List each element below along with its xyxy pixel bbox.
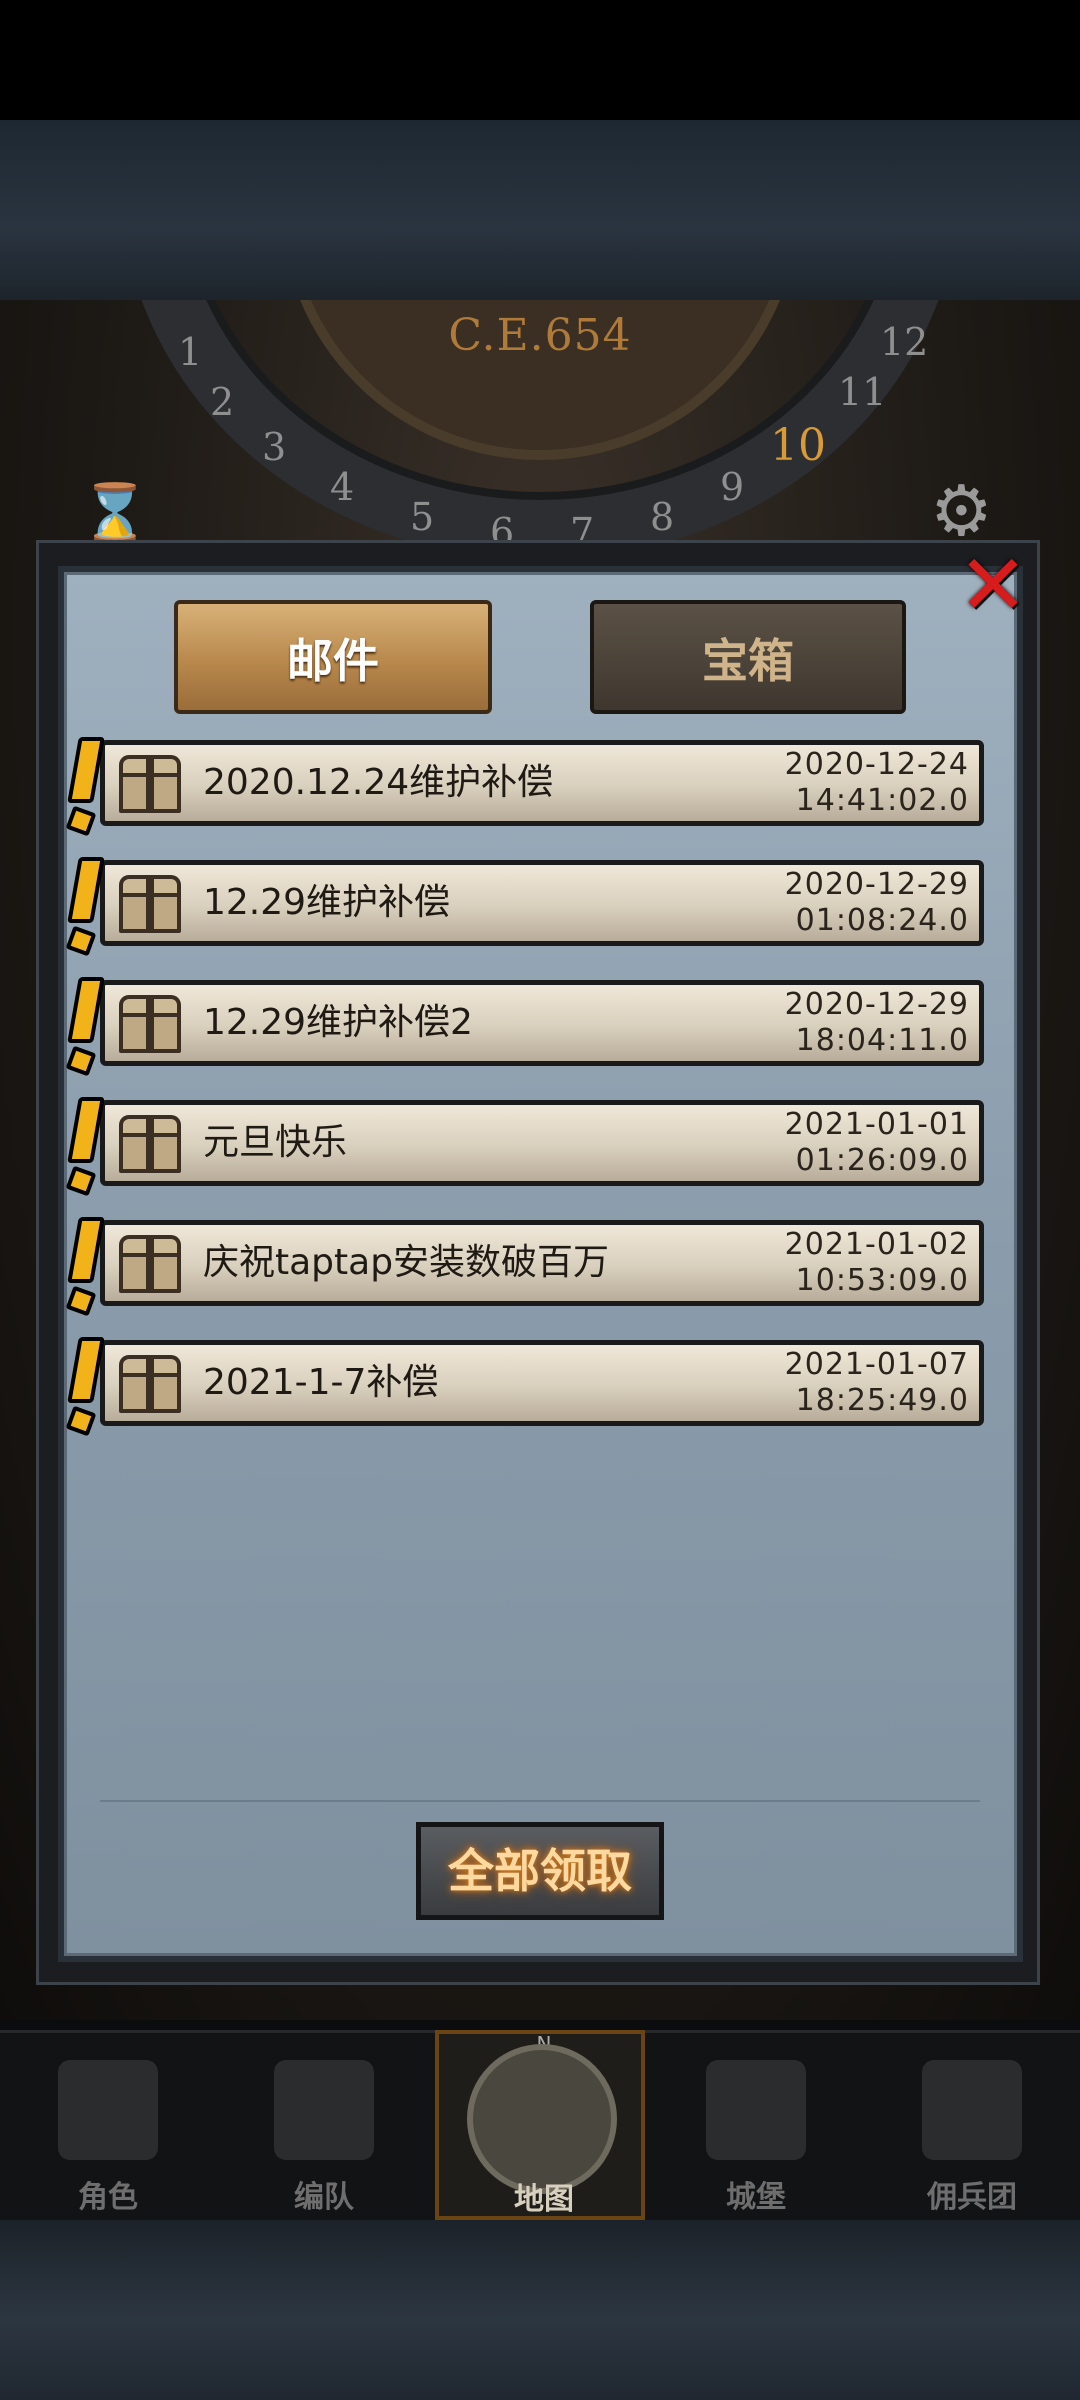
top-background — [0, 120, 1080, 300]
mail-date: 2021-01-07 — [784, 1347, 969, 1382]
nav-item-formation[interactable]: 编队 — [216, 2030, 432, 2220]
mail-subject: 2021-1-7补偿 — [203, 1362, 439, 1403]
mail-timestamp: 2020-12-29 18:04:11.0 — [785, 987, 969, 1059]
dial-number: 2 — [210, 380, 235, 424]
mail-subject: 2020.12.24维护补偿 — [203, 762, 554, 803]
exclamation-icon — [65, 857, 105, 961]
chest-icon — [119, 755, 181, 813]
status-bar — [0, 0, 1080, 120]
exclamation-icon — [65, 1097, 105, 1201]
exclamation-icon — [65, 1217, 105, 1321]
mail-timestamp: 2020-12-29 01:08:24.0 — [785, 867, 969, 939]
troops-icon — [274, 2060, 374, 2160]
mail-time: 18:04:11.0 — [795, 1023, 969, 1058]
mail-timestamp: 2021-01-01 01:26:09.0 — [785, 1107, 969, 1179]
chest-icon — [119, 1115, 181, 1173]
mail-time: 18:25:49.0 — [795, 1383, 969, 1418]
nav-label: 角色 — [78, 2180, 138, 2215]
chest-icon — [119, 1235, 181, 1293]
mail-subject: 12.29维护补偿2 — [203, 1002, 473, 1043]
hourglass-icon[interactable]: ⌛ — [80, 480, 150, 546]
exclamation-icon — [65, 1337, 105, 1441]
nav-label: 地图 — [514, 2182, 574, 2217]
chest-icon — [119, 875, 181, 933]
mail-timestamp: 2021-01-07 18:25:49.0 — [785, 1347, 969, 1419]
exclamation-icon — [65, 977, 105, 1081]
dial-number: 11 — [838, 370, 887, 414]
nav-label: 佣兵团 — [927, 2180, 1017, 2215]
knight-icon — [58, 2060, 158, 2160]
dial-number: 9 — [720, 465, 745, 509]
mail-subject: 元旦快乐 — [203, 1122, 348, 1163]
mail-subject: 12.29维护补偿 — [203, 882, 451, 923]
mercenary-ship-icon — [922, 2060, 1022, 2160]
nav-label: 城堡 — [726, 2180, 786, 2215]
chest-icon — [119, 995, 181, 1053]
mail-item[interactable]: 2020.12.24维护补偿 2020-12-24 14:41:02.0 — [65, 737, 984, 837]
mail-item[interactable]: 12.29维护补偿2 2020-12-29 18:04:11.0 — [65, 977, 984, 1077]
mail-item[interactable]: 庆祝taptap安装数破百万 2021-01-02 10:53:09.0 — [65, 1217, 984, 1317]
claim-all-button[interactable]: 全部领取 — [416, 1822, 664, 1920]
dial-number: 4 — [330, 465, 355, 509]
mail-item[interactable]: 2021-1-7补偿 2021-01-07 18:25:49.0 — [65, 1337, 984, 1437]
dial-number: 3 — [262, 425, 287, 469]
mail-time: 14:41:02.0 — [795, 783, 969, 818]
mail-date: 2021-01-02 — [784, 1227, 969, 1262]
dial-current-month: 10 — [770, 420, 826, 471]
tab-mail[interactable]: 邮件 — [174, 600, 492, 714]
mail-time: 01:08:24.0 — [795, 903, 969, 938]
side-indicators — [0, 1690, 40, 1890]
mail-timestamp: 2020-12-24 14:41:02.0 — [785, 747, 969, 819]
close-icon[interactable]: ✕ — [948, 540, 1038, 630]
nav-item-mercenary[interactable]: 佣兵团 — [864, 2030, 1080, 2220]
era-label: C.E.654 — [448, 310, 632, 361]
mail-date: 2020-12-29 — [784, 867, 969, 902]
exclamation-icon — [65, 737, 105, 841]
nav-item-map[interactable]: N 地图 — [435, 2030, 645, 2220]
castle-icon — [706, 2060, 806, 2160]
dial-number: 1 — [178, 330, 203, 374]
bottom-background — [0, 2220, 1080, 2400]
mail-date: 2020-12-29 — [784, 987, 969, 1022]
dial-number: 8 — [650, 495, 675, 539]
nav-item-role[interactable]: 角色 — [0, 2030, 216, 2220]
tab-chest[interactable]: 宝箱 — [590, 600, 906, 714]
nav-item-castle[interactable]: 城堡 — [648, 2030, 864, 2220]
mail-date: 2020-12-24 — [784, 747, 969, 782]
divider — [100, 1800, 980, 1802]
mail-date: 2021-01-01 — [784, 1107, 969, 1142]
mail-timestamp: 2021-01-02 10:53:09.0 — [785, 1227, 969, 1299]
mail-time: 10:53:09.0 — [795, 1263, 969, 1298]
dial-number: 12 — [880, 320, 929, 364]
mail-subject: 庆祝taptap安装数破百万 — [203, 1242, 610, 1283]
mail-item[interactable]: 元旦快乐 2021-01-01 01:26:09.0 — [65, 1097, 984, 1197]
compass-map-icon — [467, 2044, 617, 2194]
nav-label: 编队 — [294, 2180, 354, 2215]
mail-item[interactable]: 12.29维护补偿 2020-12-29 01:08:24.0 — [65, 857, 984, 957]
mail-time: 01:26:09.0 — [795, 1143, 969, 1178]
chest-icon — [119, 1355, 181, 1413]
dial-number: 5 — [410, 495, 435, 539]
